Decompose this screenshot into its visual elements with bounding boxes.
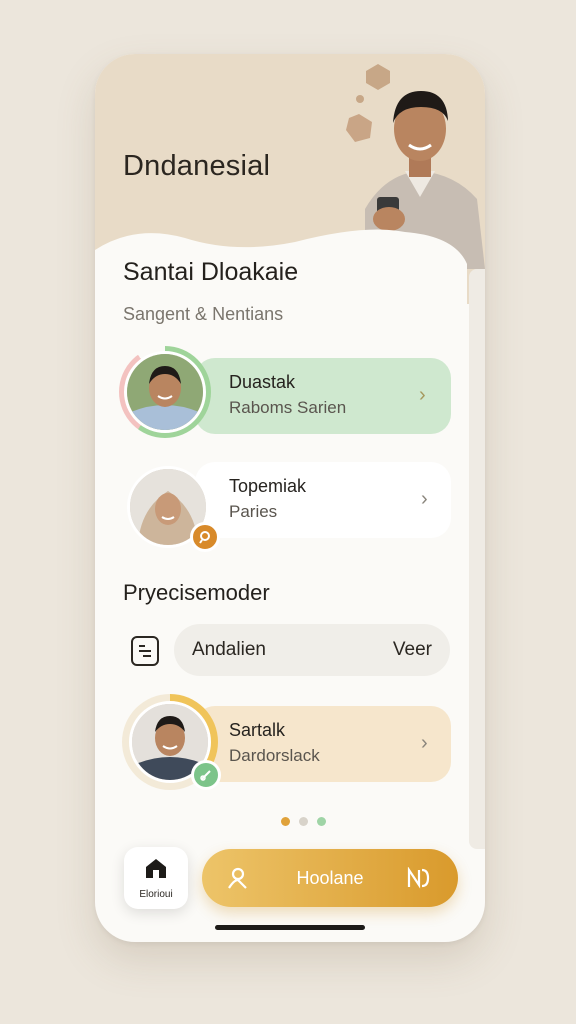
next-icon bbox=[407, 867, 430, 889]
mode-action[interactable]: Veer bbox=[393, 639, 432, 661]
scroll-track[interactable] bbox=[469, 269, 485, 849]
page-dot[interactable] bbox=[299, 817, 308, 826]
home-action-button[interactable]: Hoolane bbox=[202, 849, 458, 907]
contact-card[interactable]: Sartalk Dardorslack › bbox=[195, 706, 451, 782]
page-dot-active[interactable] bbox=[281, 817, 290, 826]
list-icon[interactable] bbox=[131, 636, 159, 666]
section-title: Santai Dloakaie bbox=[123, 258, 299, 286]
home-indicator[interactable] bbox=[215, 925, 365, 930]
chevron-right-icon: › bbox=[419, 384, 426, 406]
chevron-right-icon: › bbox=[421, 732, 428, 754]
page-dot[interactable] bbox=[317, 817, 326, 826]
contact-card[interactable]: Duastak Raboms Sarien › bbox=[195, 358, 451, 434]
section-subtitle: Sangent & Nentians bbox=[123, 304, 284, 324]
section-title: Pryecisemoder bbox=[123, 580, 270, 605]
avatar[interactable] bbox=[124, 351, 206, 433]
mode-label: Andalien bbox=[192, 639, 266, 660]
home-icon bbox=[146, 859, 166, 878]
mode-selector[interactable]: Andalien Veer bbox=[174, 624, 450, 676]
pagination-dots bbox=[281, 817, 326, 826]
search-icon bbox=[190, 522, 220, 552]
chevron-right-icon: › bbox=[421, 488, 428, 510]
contact-name: Duastak bbox=[229, 372, 296, 392]
home-tab-label: Elorioui bbox=[139, 889, 173, 900]
edit-icon bbox=[191, 760, 221, 790]
app-title: Dndanesial bbox=[123, 150, 271, 182]
home-tab[interactable]: Elorioui bbox=[124, 847, 188, 909]
contact-detail: Raboms Sarien bbox=[229, 398, 347, 417]
phone-frame: Dndanesial Santai Dloakaie Sangent & Nen… bbox=[95, 54, 485, 942]
contact-detail: Dardorslack bbox=[229, 746, 320, 765]
contact-card[interactable]: Topemiak Paries › bbox=[195, 462, 451, 538]
contact-name: Sartalk bbox=[229, 720, 286, 740]
contact-detail: Paries bbox=[229, 502, 278, 521]
contact-name: Topemiak bbox=[229, 476, 307, 496]
